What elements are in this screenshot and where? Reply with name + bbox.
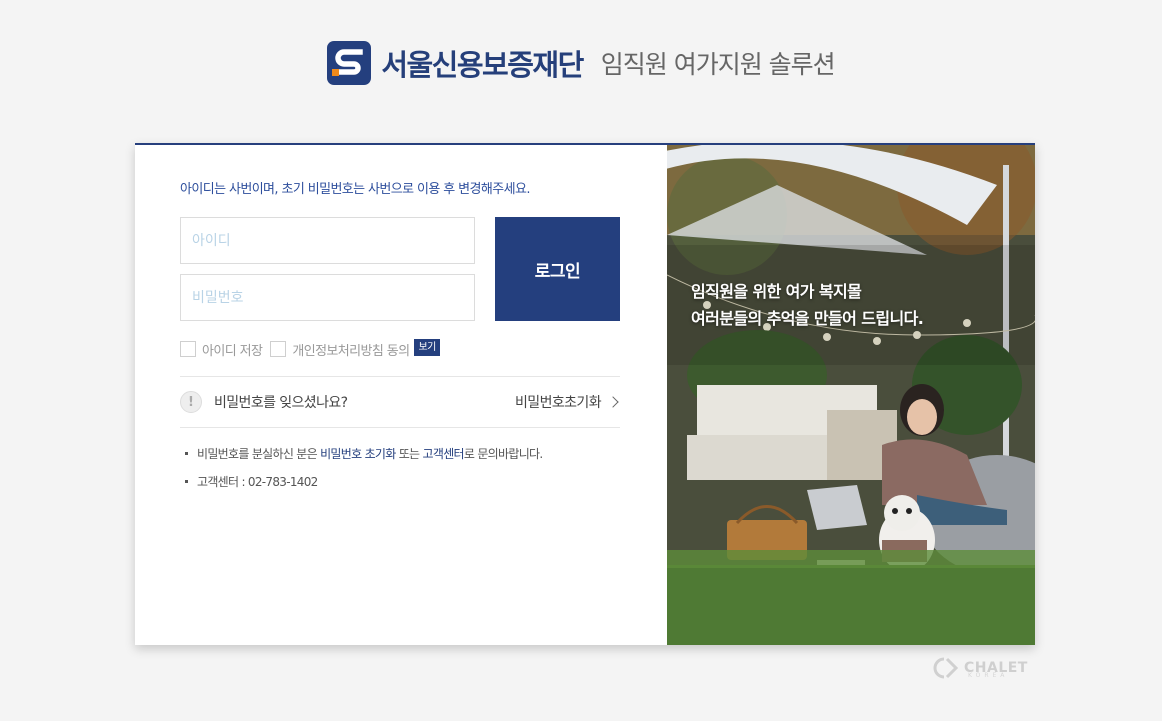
support-highlight: 고객센터: [422, 447, 465, 461]
help-note-item: 비밀번호를 분실하신 분은 비밀번호 초기화 또는 고객센터로 문의바랍니다.: [185, 440, 543, 468]
forgot-password-row: ! 비밀번호를 잊으셨나요? 비밀번호초기화: [180, 389, 620, 415]
save-id-checkbox[interactable]: [180, 341, 196, 357]
privacy-agree-checkbox[interactable]: [270, 341, 287, 357]
support-phone: 고객센터 : 02-783-1402: [197, 475, 318, 489]
save-id-label[interactable]: 아이디 저장: [202, 340, 263, 359]
login-card: 아이디는 사번이며, 초기 비밀번호는 사번으로 이용 후 변경해주세요. 로그…: [135, 143, 1035, 645]
divider: [180, 427, 620, 428]
logo-icon: [327, 41, 372, 85]
login-button[interactable]: 로그인: [495, 217, 620, 321]
bullet-icon: [185, 452, 188, 455]
site-subtitle: 임직원 여가지원 솔루션: [600, 50, 836, 79]
password-input[interactable]: [180, 274, 475, 321]
site-header: 서울신용보증재단 임직원 여가지원 솔루션: [0, 40, 1162, 86]
privacy-view-button[interactable]: 보기: [414, 338, 440, 356]
login-form-panel: 아이디는 사번이며, 초기 비밀번호는 사번으로 이용 후 변경해주세요. 로그…: [135, 145, 667, 645]
forgot-password-text: 비밀번호를 잊으셨나요?: [214, 395, 348, 411]
password-reset-label: 비밀번호초기화: [515, 395, 602, 411]
promo-illustration: [667, 145, 1035, 645]
id-input[interactable]: [180, 217, 475, 264]
exclamation-icon: !: [180, 391, 202, 413]
promo-slogan: 임직원을 위한 여가 복지몰 여러분들의 추억을 만들어 드립니다.: [691, 282, 924, 328]
login-options: 아이디 저장 개인정보처리방침 동의 보기: [180, 338, 440, 359]
bullet-icon: [185, 480, 188, 483]
login-notice: 아이디는 사번이며, 초기 비밀번호는 사번으로 이용 후 변경해주세요.: [180, 182, 530, 197]
footer-watermark: CHALET KOREA: [932, 655, 1028, 681]
divider: [180, 376, 620, 377]
chevron-right-icon: [607, 396, 619, 408]
reset-highlight: 비밀번호 초기화: [320, 447, 396, 461]
privacy-agree-label[interactable]: 개인정보처리방침 동의: [292, 340, 410, 359]
help-notes: 비밀번호를 분실하신 분은 비밀번호 초기화 또는 고객센터로 문의바랍니다. …: [185, 440, 543, 496]
help-note-item: 고객센터 : 02-783-1402: [185, 468, 543, 496]
brand-name: 서울신용보증재단: [381, 48, 584, 82]
promo-photo-panel: 임직원을 위한 여가 복지몰 여러분들의 추억을 만들어 드립니다.: [667, 145, 1035, 645]
password-reset-link[interactable]: 비밀번호초기화: [515, 392, 620, 412]
chalet-logo-icon: [933, 657, 959, 679]
watermark-subtext: KOREA: [968, 672, 1009, 679]
